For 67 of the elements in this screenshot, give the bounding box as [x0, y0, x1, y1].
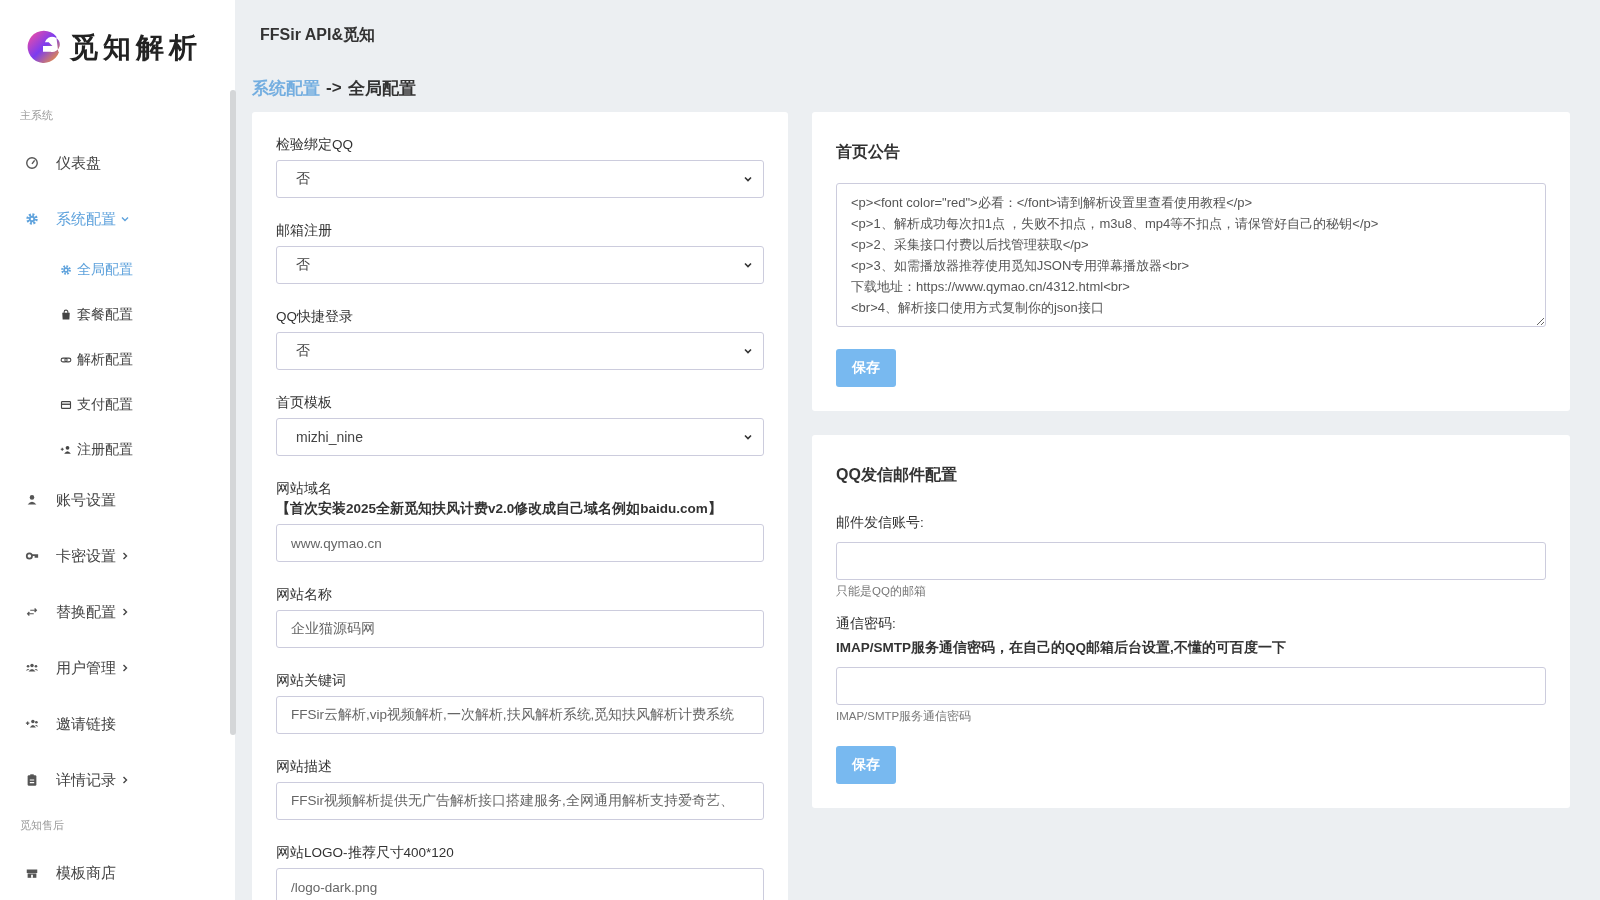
submenu-item[interactable]: 套餐配置 — [0, 292, 222, 337]
input-field[interactable]: www.qymao.cn — [276, 524, 764, 562]
section-label: 主系统 — [19, 108, 54, 123]
field-label: 网站LOGO-推荐尺寸400*120 — [276, 844, 455, 862]
bag-icon — [60, 308, 72, 321]
breadcrumb-separator: -> — [326, 78, 342, 98]
chevron-icon — [120, 551, 130, 561]
textarea-field[interactable]: <p><font color="red">必看：</font>请到解析设置里查看使用教程</p> <p>1、解析成功每次扣1点 ，失败不扣点，m3u8、mp4等不扣点，请保管好自己的秘钥</p> <p>2、采集接口付费以后找管理获取</p> <p>3、如需播放器推荐使用觅知JSON专用弹幕播放器<br> 下载地址：https://www.qymao.cn/4312.html<br> <br>4、解析接口使用方式复制你的json接口 — [836, 183, 1546, 327]
scrollbar[interactable] — [230, 90, 236, 735]
field-label: 邮件发信账号: — [836, 514, 925, 532]
submenu-item[interactable]: 注册配置 — [0, 427, 222, 472]
help-text: 只能是QQ的邮箱 — [836, 584, 927, 599]
field-label: QQ快捷登录 — [276, 308, 354, 326]
caret-icon — [743, 346, 753, 356]
chevron-icon — [120, 214, 130, 224]
chevron-icon — [120, 663, 130, 673]
input-field[interactable]: 企业猫源码网 — [276, 610, 764, 648]
card-title: QQ发信邮件配置 — [836, 465, 958, 485]
field-label: 邮箱注册 — [276, 222, 333, 240]
clipboard-icon — [25, 773, 39, 787]
input-field[interactable] — [836, 667, 1546, 705]
input-field[interactable] — [836, 542, 1546, 580]
help-text: IMAP/SMTP服务通信密码 — [836, 709, 973, 724]
field-label: 检验绑定QQ — [276, 136, 354, 154]
caret-icon — [743, 260, 753, 270]
section-label: 觅知售后 — [19, 818, 65, 833]
logo-text: 觅知解析 — [70, 30, 202, 66]
gauge-icon — [25, 156, 39, 170]
field-label: 通信密码: — [836, 615, 897, 633]
breadcrumb-current: 全局配置 — [347, 77, 416, 100]
card-icon — [60, 398, 72, 411]
select-field[interactable]: 否 — [276, 246, 764, 284]
swap-arrows-icon — [25, 605, 39, 619]
select-field[interactable]: 否 — [276, 332, 764, 370]
input-field[interactable]: FFSir视频解析提供无广告解析接口搭建服务,全网通用解析支持爱奇艺、 — [276, 782, 764, 820]
users-icon — [25, 661, 39, 675]
submenu-item[interactable]: 支付配置 — [0, 382, 222, 427]
settings-icon — [25, 212, 39, 226]
field-note: IMAP/SMTP服务通信密码，在自己的QQ邮箱后台设置,不懂的可百度一下 — [836, 639, 1287, 657]
sidebar-item[interactable]: 详情记录 — [0, 752, 222, 808]
field-note: 【首次安装2025全新觅知扶风计费v2.0修改成自己域名例如baidu.com】 — [276, 500, 723, 518]
user-add-icon — [25, 717, 39, 731]
card-title: 首页公告 — [836, 142, 901, 162]
select-field[interactable]: mizhi_nine — [276, 418, 764, 456]
chevron-icon — [120, 607, 130, 617]
caret-icon — [743, 174, 753, 184]
sidebar-item[interactable]: 替换配置 — [0, 584, 222, 640]
caret-icon — [743, 432, 753, 442]
sidebar-item[interactable]: 账号设置 — [0, 472, 222, 528]
sidebar-item[interactable]: 模板商店 — [0, 845, 222, 900]
sidebar-item[interactable]: 用户管理 — [0, 640, 222, 696]
field-label: 首页模板 — [276, 394, 333, 412]
input-field[interactable]: /logo-dark.png — [276, 868, 764, 900]
field-label: 网站关键词 — [276, 672, 347, 690]
select-field[interactable]: 否 — [276, 160, 764, 198]
sidebar-item[interactable]: 卡密设置 — [0, 528, 222, 584]
user-add-icon — [60, 443, 72, 456]
header-title: FFSir API&觅知 — [259, 25, 376, 45]
field-label: 网站描述 — [276, 758, 333, 776]
input-field[interactable]: FFSir云解析,vip视频解析,一次解析,扶风解析系统,觅知扶风解析计费系统 — [276, 696, 764, 734]
sidebar-item[interactable]: 仪表盘 — [0, 135, 222, 191]
sidebar-item[interactable]: 邀请链接 — [0, 696, 222, 752]
field-label: 网站名称 — [276, 586, 333, 604]
settings-icon — [60, 263, 72, 276]
chevron-icon — [120, 775, 130, 785]
submenu-item[interactable]: 解析配置 — [0, 337, 222, 382]
field-label: 网站域名 — [276, 480, 333, 498]
